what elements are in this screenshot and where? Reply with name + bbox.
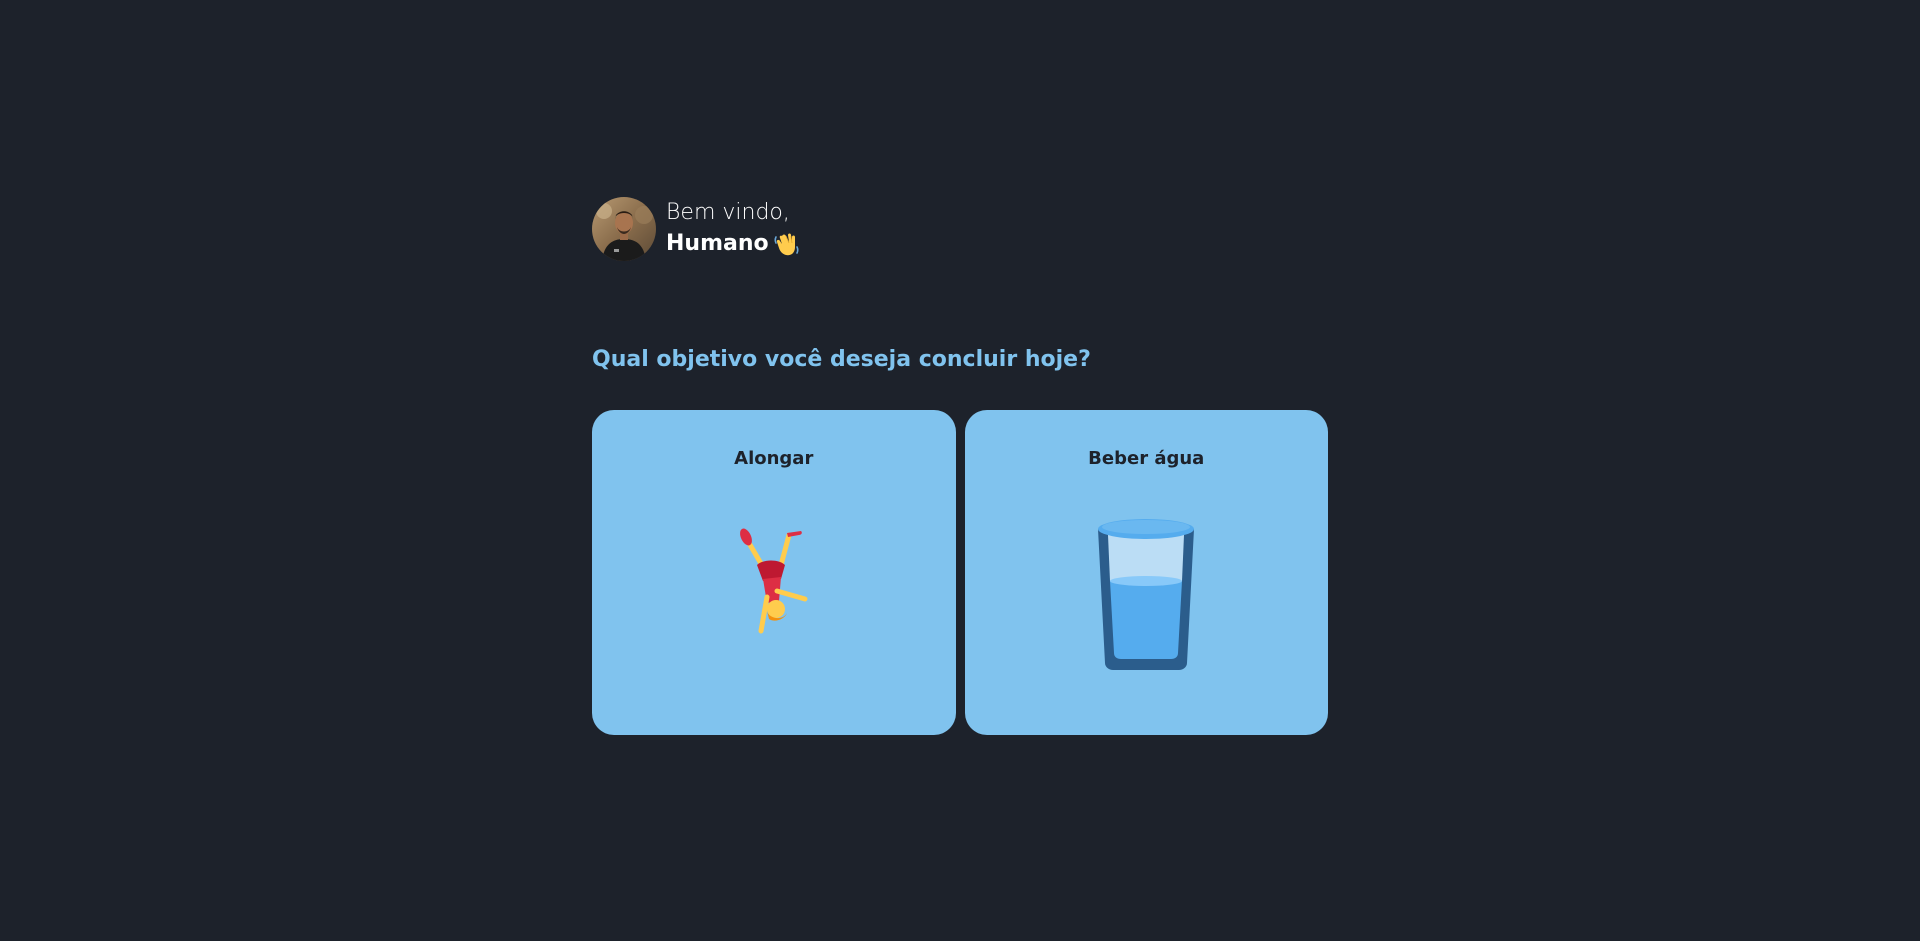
greeting-block: Bem vindo, Humano [666, 198, 801, 260]
user-name: Humano [666, 231, 769, 256]
avatar [592, 197, 656, 261]
goal-card-title: Alongar [734, 448, 814, 469]
greeting-name-row: Humano [666, 229, 801, 260]
main-container: Bem vindo, Humano Qual objetivo você des… [592, 197, 1328, 735]
greeting-text: Bem vindo, [666, 200, 790, 226]
cartwheel-person-icon [719, 515, 829, 639]
waving-hand-icon [773, 230, 801, 258]
goal-card-beber-agua[interactable]: Beber água [964, 410, 1328, 735]
goal-card-alongar[interactable]: Alongar [592, 410, 956, 735]
water-glass-icon [1091, 515, 1201, 679]
profile-header: Bem vindo, Humano [592, 197, 1328, 261]
goal-cards: Alongar Beber água [592, 410, 1328, 735]
goal-question: Qual objetivo você deseja concluir hoje? [592, 347, 1091, 372]
goal-card-title: Beber água [1088, 448, 1205, 469]
